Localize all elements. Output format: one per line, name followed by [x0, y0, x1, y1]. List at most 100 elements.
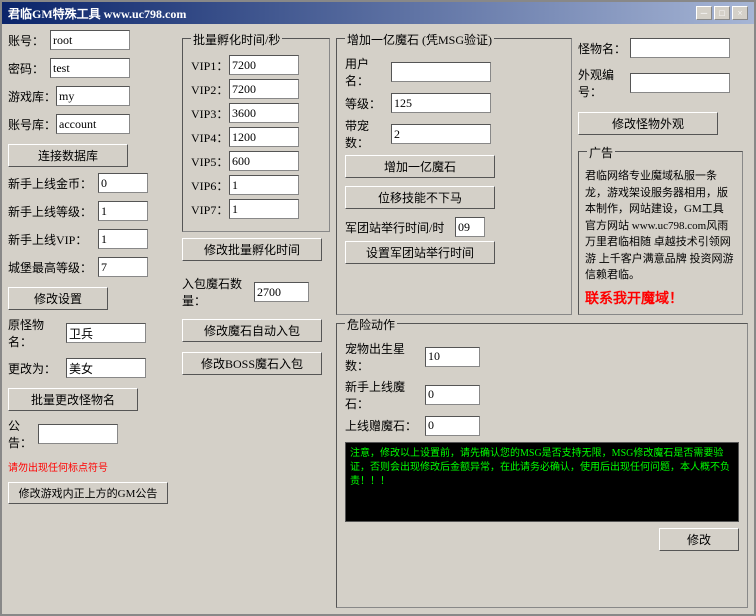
- change-to-row: 更改为：: [8, 358, 176, 378]
- connect-db-button[interactable]: 连接数据库: [8, 144, 128, 167]
- vip2-row: VIP2：: [191, 79, 321, 99]
- ad-panel-label: 广告: [587, 144, 615, 161]
- username-row: 用户名：: [345, 55, 563, 89]
- right-column: 增加一亿魔石 (凭MSG验证) 用户名： 等级： 带宠数： 增加一亿魔石: [336, 30, 748, 608]
- gamedb-row: 游戏库：: [8, 86, 176, 106]
- newbie-vip-input[interactable]: [98, 229, 148, 249]
- main-window: 君临GM特殊工具 www.uc798.com ─ □ × 账号： 密码： 游戏库…: [0, 0, 756, 616]
- online-gift-input[interactable]: [425, 416, 480, 436]
- announcement-input[interactable]: [38, 424, 118, 444]
- newbie-vip-label: 新手上线VIP：: [8, 231, 98, 248]
- accountdb-input[interactable]: [56, 114, 130, 134]
- modify-appearance-button[interactable]: 修改怪物外观: [578, 112, 718, 135]
- top-right-area: 增加一亿魔石 (凭MSG验证) 用户名： 等级： 带宠数： 增加一亿魔石: [336, 30, 748, 315]
- vip2-label: VIP2：: [191, 81, 229, 98]
- newbie-gold-row: 新手上线金币：: [8, 173, 176, 193]
- pet-count-label: 带宠数：: [345, 117, 391, 151]
- guild-time-button[interactable]: 设置军团站举行时间: [345, 241, 495, 264]
- window-controls: ─ □ ×: [696, 6, 748, 20]
- newbie-magic-label: 新手上线魔石：: [345, 378, 425, 412]
- accountdb-row: 账号库：: [8, 114, 176, 134]
- account-row: 账号：: [8, 30, 176, 50]
- vip3-row: VIP3：: [191, 103, 321, 123]
- max-castle-input[interactable]: [98, 257, 148, 277]
- pack-magic-label: 入包魔石数量：: [182, 275, 254, 309]
- move-skill-button[interactable]: 位移技能不下马: [345, 186, 495, 209]
- vip6-input[interactable]: [229, 175, 299, 195]
- vip6-label: VIP6：: [191, 177, 229, 194]
- level-row: 等级：: [345, 93, 563, 113]
- external-code-label: 外观编号：: [578, 66, 630, 100]
- vip5-input[interactable]: [229, 151, 299, 171]
- newbie-magic-input[interactable]: [425, 385, 480, 405]
- vip7-label: VIP7：: [191, 201, 229, 218]
- modify-magic-auto-button[interactable]: 修改魔石自动入包: [182, 319, 322, 342]
- password-input[interactable]: [50, 58, 130, 78]
- pet-count-input[interactable]: [391, 124, 491, 144]
- pack-magic-row: 入包魔石数量：: [182, 275, 330, 309]
- online-gift-row: 上线赠魔石：: [345, 416, 739, 436]
- pet-star-row: 宠物出生星数：: [345, 340, 739, 374]
- gamedb-input[interactable]: [56, 86, 130, 106]
- close-button[interactable]: ×: [732, 6, 748, 20]
- hatch-panel-label: 批量孵化时间/秒: [191, 31, 282, 48]
- password-label: 密码：: [8, 60, 50, 77]
- announcement-row: 公告： 请勿出现任何标点符号: [8, 417, 176, 451]
- newbie-gold-input[interactable]: [98, 173, 148, 193]
- vip4-input[interactable]: [229, 127, 299, 147]
- original-monster-input[interactable]: [66, 323, 146, 343]
- original-monster-label: 原怪物名：: [8, 316, 66, 350]
- guild-time-input[interactable]: [455, 217, 485, 237]
- vip4-label: VIP4：: [191, 129, 229, 146]
- batch-change-monster-button[interactable]: 批量更改怪物名: [8, 388, 138, 411]
- monster-name-input[interactable]: [630, 38, 730, 58]
- gamedb-label: 游戏库：: [8, 88, 56, 105]
- guild-time-label: 军团站举行时间/时: [345, 219, 455, 236]
- modify-hatch-button[interactable]: 修改批量孵化时间: [182, 238, 322, 261]
- account-input[interactable]: [50, 30, 130, 50]
- warning-text: 注意，修改以上设置前，请先确认您的MSG是否支持无限，MSG修改魔石是否需要验证…: [350, 448, 730, 487]
- vip4-row: VIP4：: [191, 127, 321, 147]
- vip2-input[interactable]: [229, 79, 299, 99]
- add-magic-panel-label: 增加一亿魔石 (凭MSG验证): [345, 31, 494, 48]
- add-magic-panel: 增加一亿魔石 (凭MSG验证) 用户名： 等级： 带宠数： 增加一亿魔石: [336, 38, 572, 315]
- content-area: 账号： 密码： 游戏库： 账号库： 连接数据库 新手上线金币：: [2, 24, 754, 614]
- vip5-label: VIP5：: [191, 153, 229, 170]
- minimize-button[interactable]: ─: [696, 6, 712, 20]
- modify-settings-button[interactable]: 修改设置: [8, 287, 108, 310]
- modify-announcement-button[interactable]: 修改游戏内正上方的GM公告: [8, 482, 168, 504]
- monster-appearance-section: 怪物名： 外观编号： 修改怪物外观 广告 君临网络专业魔域私服一条龙，游戏架设服…: [578, 38, 748, 315]
- bottom-right-area: 危险动作 宠物出生星数： 新手上线魔石： 上线赠魔石： 注意，修改以上设: [336, 319, 748, 609]
- original-monster-row: 原怪物名：: [8, 316, 176, 350]
- pack-magic-input[interactable]: [254, 282, 309, 302]
- vip7-input[interactable]: [229, 199, 299, 219]
- warning-box: 注意，修改以上设置前，请先确认您的MSG是否支持无限，MSG修改魔石是否需要验证…: [345, 442, 739, 522]
- change-to-input[interactable]: [66, 358, 146, 378]
- vip1-label: VIP1：: [191, 57, 229, 74]
- window-title: 君临GM特殊工具 www.uc798.com: [8, 5, 186, 22]
- vip6-row: VIP6：: [191, 175, 321, 195]
- danger-panel: 危险动作 宠物出生星数： 新手上线魔石： 上线赠魔石： 注意，修改以上设: [336, 323, 748, 609]
- vip3-input[interactable]: [229, 103, 299, 123]
- maximize-button[interactable]: □: [714, 6, 730, 20]
- level-input[interactable]: [391, 93, 491, 113]
- modify-boss-magic-button[interactable]: 修改BOSS魔石入包: [182, 352, 322, 375]
- external-code-input[interactable]: [630, 73, 730, 93]
- username-input[interactable]: [391, 62, 491, 82]
- announcement-label: 公告：: [8, 417, 38, 451]
- password-row: 密码：: [8, 58, 176, 78]
- newbie-magic-row: 新手上线魔石：: [345, 378, 739, 412]
- vip1-input[interactable]: [229, 55, 299, 75]
- pet-star-label: 宠物出生星数：: [345, 340, 425, 374]
- guild-time-row: 军团站举行时间/时: [345, 217, 563, 237]
- add-magic-button[interactable]: 增加一亿魔石: [345, 155, 495, 178]
- level-label: 等级：: [345, 95, 391, 112]
- pet-star-input[interactable]: [425, 347, 480, 367]
- max-castle-row: 城堡最高等级：: [8, 257, 176, 277]
- announcement-warning-text: 请勿出现任何标点符号: [8, 459, 176, 474]
- ad-contact-text: 联系我开魔域！: [585, 292, 683, 307]
- modify-danger-button[interactable]: 修改: [659, 528, 739, 551]
- ad-panel: 广告 君临网络专业魔域私服一条龙，游戏架设服务器相用，版本制作，网站建设，GM工…: [578, 151, 743, 315]
- danger-panel-label: 危险动作: [345, 316, 397, 333]
- newbie-level-input[interactable]: [98, 201, 148, 221]
